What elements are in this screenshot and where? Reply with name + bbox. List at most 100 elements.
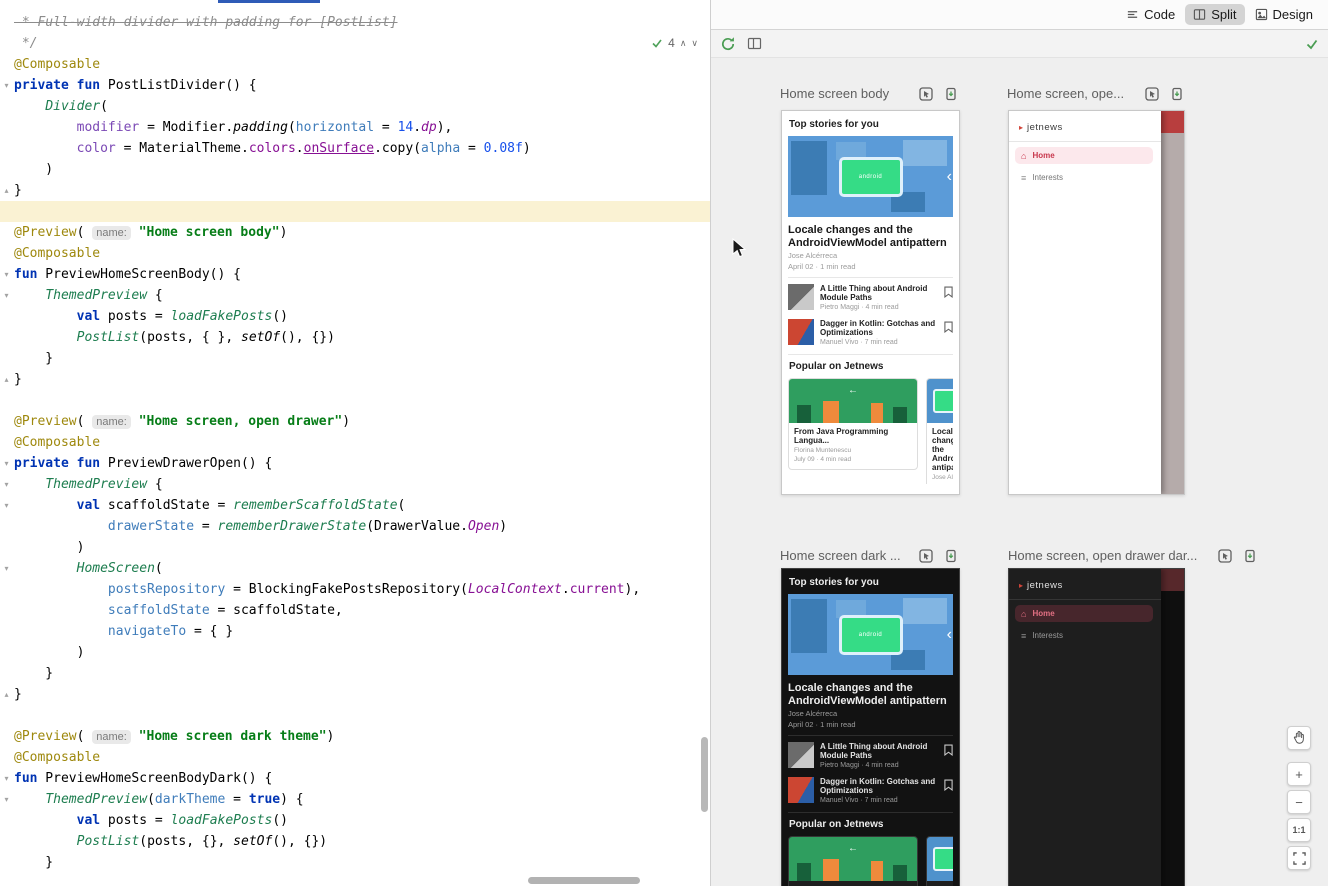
- popular-card-clipped[interactable]: Locale changes and the AndroidViewModel …: [926, 836, 953, 886]
- code-line[interactable]: scaffoldState = scaffoldState,: [0, 600, 710, 621]
- bookmark-icon[interactable]: [944, 744, 953, 756]
- code-line[interactable]: val posts = loadFakePosts(): [0, 306, 710, 327]
- zoom-actual-size-button[interactable]: 1:1: [1287, 818, 1311, 842]
- popular-card[interactable]: ← From Java Programming Langua... Florin…: [788, 378, 918, 470]
- code-line[interactable]: * Full-width divider with padding for [P…: [0, 12, 710, 33]
- code-line[interactable]: }: [0, 852, 710, 873]
- fold-marker-icon[interactable]: ▴: [0, 369, 13, 390]
- fold-marker-icon[interactable]: ▾: [0, 558, 13, 579]
- code-line[interactable]: ▾ ThemedPreview {: [0, 474, 710, 495]
- mode-design-button[interactable]: Design: [1247, 4, 1321, 25]
- fold-marker-icon[interactable]: ▾: [0, 768, 13, 789]
- deploy-preview-icon[interactable]: [944, 549, 958, 563]
- fold-marker-icon[interactable]: ▾: [0, 495, 13, 516]
- code-line[interactable]: ): [0, 537, 710, 558]
- code-line[interactable]: ▾ HomeScreen(: [0, 558, 710, 579]
- code-line[interactable]: modifier = Modifier.padding(horizontal =…: [0, 117, 710, 138]
- fold-marker-icon[interactable]: ▾: [0, 285, 13, 306]
- code-line[interactable]: @Composable: [0, 432, 710, 453]
- code-line[interactable]: ▴}: [0, 369, 710, 390]
- popular-card[interactable]: ← From Java Programming Langua... Florin…: [788, 836, 918, 886]
- code-line[interactable]: ▾ ThemedPreview(darkTheme = true) {: [0, 789, 710, 810]
- code-line[interactable]: ▾ val scaffoldState = rememberScaffoldSt…: [0, 495, 710, 516]
- code-line[interactable]: drawerState = rememberDrawerState(Drawer…: [0, 516, 710, 537]
- interactive-preview-icon[interactable]: [1218, 549, 1232, 563]
- deploy-preview-icon[interactable]: [944, 87, 958, 101]
- code-editor[interactable]: * Full-width divider with padding for [P…: [0, 0, 711, 886]
- code-line[interactable]: [0, 705, 710, 726]
- code-line[interactable]: ): [0, 159, 710, 180]
- fold-marker-icon[interactable]: ▾: [0, 789, 13, 810]
- zoom-in-button[interactable]: +: [1287, 762, 1311, 786]
- drawer-item-interests[interactable]: ≡ Interests: [1015, 169, 1153, 186]
- code-line[interactable]: ▾ ThemedPreview {: [0, 285, 710, 306]
- popular-carousel[interactable]: ← From Java Programming Langua... Florin…: [788, 836, 953, 886]
- mode-split-button[interactable]: Split: [1185, 4, 1244, 25]
- bookmark-icon[interactable]: [944, 321, 953, 333]
- article-row[interactable]: Dagger in Kotlin: Gotchas and Optimizati…: [788, 777, 953, 804]
- code-line[interactable]: */: [0, 33, 710, 54]
- code-line[interactable]: PostList(posts, {}, setOf(), {}): [0, 831, 710, 852]
- fold-marker-icon[interactable]: ▴: [0, 684, 13, 705]
- code-line[interactable]: val posts = loadFakePosts(): [0, 810, 710, 831]
- pan-button[interactable]: [1287, 726, 1311, 750]
- article-row[interactable]: A Little Thing about Android Module Path…: [788, 284, 953, 311]
- drawer-item-interests[interactable]: ≡ Interests: [1015, 627, 1153, 644]
- hero-illustration[interactable]: android ‹: [788, 136, 953, 217]
- code-line[interactable]: ): [0, 642, 710, 663]
- code-line[interactable]: @Composable: [0, 747, 710, 768]
- zoom-out-button[interactable]: −: [1287, 790, 1311, 814]
- popular-card-clipped[interactable]: Locale changes and the AndroidViewModel …: [926, 378, 953, 484]
- code-line[interactable]: PostList(posts, { }, setOf(), {}): [0, 327, 710, 348]
- hero-article-title[interactable]: Locale changes and the AndroidViewModel …: [788, 682, 953, 707]
- code-line[interactable]: @Composable: [0, 243, 710, 264]
- code-line[interactable]: @Preview( name: "Home screen dark theme"…: [0, 726, 710, 747]
- article-row[interactable]: Dagger in Kotlin: Gotchas and Optimizati…: [788, 319, 953, 346]
- deploy-preview-icon[interactable]: [1243, 549, 1257, 563]
- code-line[interactable]: ▴}: [0, 180, 710, 201]
- preview-canvas[interactable]: Home screen body Top stories for you and…: [711, 58, 1328, 886]
- editor-vertical-scrollbar[interactable]: [701, 737, 708, 812]
- fold-marker-icon[interactable]: ▴: [0, 180, 13, 201]
- code-line[interactable]: @Preview( name: "Home screen, open drawe…: [0, 411, 710, 432]
- code-line[interactable]: }: [0, 348, 710, 369]
- code-line[interactable]: navigateTo = { }: [0, 621, 710, 642]
- bookmark-icon[interactable]: [944, 286, 953, 298]
- drawer-item-home[interactable]: ⌂ Home: [1015, 605, 1153, 622]
- preview-label[interactable]: Home screen, open drawer dar...: [1008, 548, 1197, 563]
- code-line[interactable]: [0, 390, 710, 411]
- hero-illustration[interactable]: android ‹: [788, 594, 953, 675]
- drawer-item-home[interactable]: ⌂ Home: [1015, 147, 1153, 164]
- code-line[interactable]: [0, 201, 710, 222]
- preview-layout-icon[interactable]: [747, 36, 762, 51]
- hero-article-title[interactable]: Locale changes and the AndroidViewModel …: [788, 224, 953, 249]
- prev-problem-icon[interactable]: ∧: [680, 38, 687, 49]
- code-line[interactable]: @Preview( name: "Home screen body"): [0, 222, 710, 243]
- code-line[interactable]: ▾fun PreviewHomeScreenBody() {: [0, 264, 710, 285]
- code-line[interactable]: postsRepository = BlockingFakePostsRepos…: [0, 579, 710, 600]
- code-line[interactable]: ▾private fun PreviewDrawerOpen() {: [0, 453, 710, 474]
- popular-carousel[interactable]: ← From Java Programming Langua... Florin…: [788, 378, 953, 484]
- preview-label[interactable]: Home screen, ope...: [1007, 86, 1124, 101]
- code-line[interactable]: color = MaterialTheme.colors.onSurface.c…: [0, 138, 710, 159]
- preview-card-open-drawer-dark[interactable]: ▸ jetnews ⌂ Home ≡ Interests: [1008, 568, 1185, 886]
- preview-card-home-screen-open-drawer[interactable]: ▸ jetnews ⌂ Home ≡ Interests: [1008, 110, 1185, 495]
- editor-horizontal-scrollbar[interactable]: [528, 877, 640, 884]
- deploy-preview-icon[interactable]: [1170, 87, 1184, 101]
- preview-label[interactable]: Home screen dark ...: [780, 548, 901, 563]
- article-row[interactable]: A Little Thing about Android Module Path…: [788, 742, 953, 769]
- code-line[interactable]: ▴}: [0, 684, 710, 705]
- fold-marker-icon[interactable]: ▾: [0, 453, 13, 474]
- preview-card-home-screen-body[interactable]: Top stories for you android ‹ Locale cha…: [781, 110, 960, 495]
- code-line[interactable]: ▾fun PreviewHomeScreenBodyDark() {: [0, 768, 710, 789]
- next-problem-icon[interactable]: ∨: [691, 38, 698, 49]
- zoom-to-fit-button[interactable]: [1287, 846, 1311, 870]
- mode-code-button[interactable]: Code: [1118, 4, 1183, 25]
- inspections-widget[interactable]: 4 ∧ ∨: [651, 36, 698, 50]
- code-line[interactable]: ▾private fun PostListDivider() {: [0, 75, 710, 96]
- bookmark-icon[interactable]: [944, 779, 953, 791]
- fold-marker-icon[interactable]: ▾: [0, 264, 13, 285]
- fold-marker-icon[interactable]: ▾: [0, 75, 13, 96]
- interactive-preview-icon[interactable]: [919, 87, 933, 101]
- interactive-preview-icon[interactable]: [1145, 87, 1159, 101]
